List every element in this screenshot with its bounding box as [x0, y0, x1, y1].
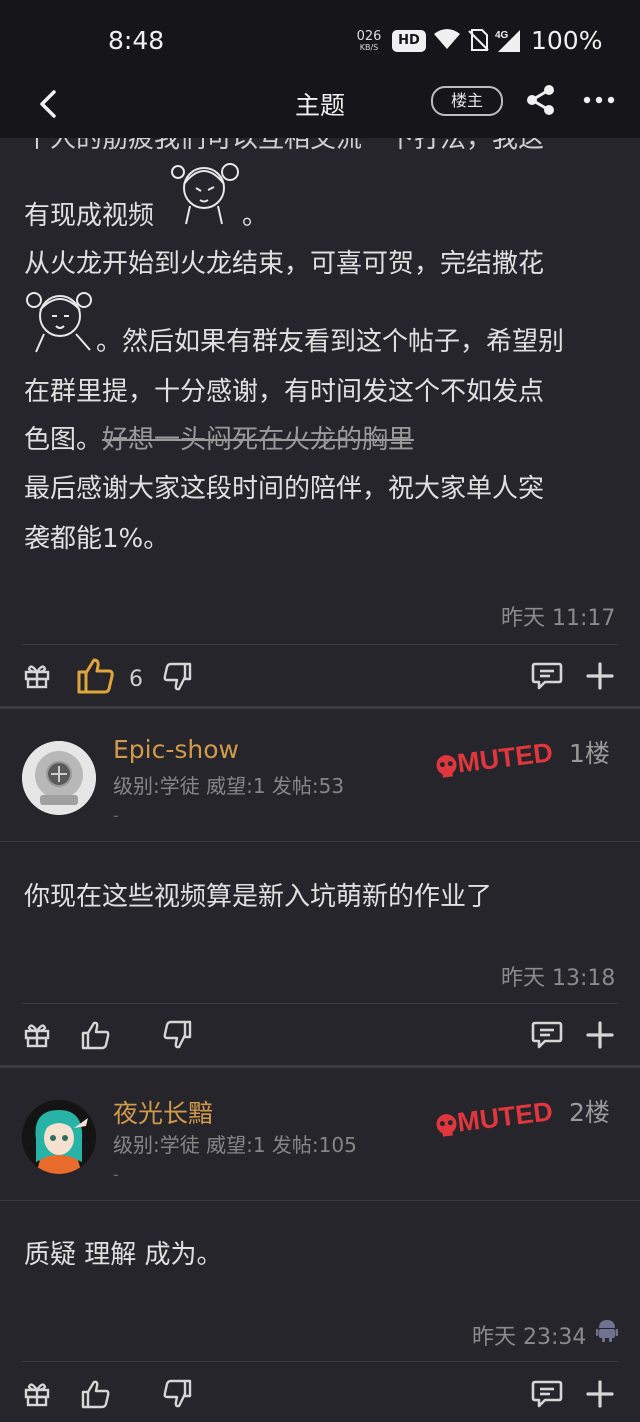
dislike-thumb-icon[interactable] [162, 1379, 192, 1409]
floor-number: 1楼 [569, 739, 610, 768]
divider [22, 1003, 618, 1004]
username[interactable]: Epic-show [113, 735, 239, 765]
comment-icon[interactable] [531, 1379, 563, 1409]
post-text-line: 袭都能1%。 [24, 524, 170, 554]
gift-icon[interactable] [23, 1379, 51, 1407]
username[interactable]: 夜光长黯 [113, 1094, 213, 1130]
divider [22, 1361, 618, 1362]
user-info: 级别:学徒 威望:1 发帖:105 [113, 1133, 357, 1157]
like-thumb-icon[interactable] [77, 657, 115, 695]
divider [0, 1200, 640, 1201]
post-text-line: 从火龙开始到火龙结束，可喜可贺，完结撒花 [24, 249, 545, 279]
android-icon [596, 1320, 618, 1342]
add-icon[interactable] [586, 662, 614, 690]
gift-icon[interactable] [23, 1020, 51, 1048]
add-icon[interactable] [586, 1021, 614, 1049]
strikethrough-text: 好想一头闷死在火龙的胸里 [102, 425, 415, 455]
original-post: 个人的筋疲我们可以互相交流一下打法，我这 有现成视频 。 从火龙开始到火龙结束，… [0, 138, 640, 708]
post-text-line: 。然后如果有群友看到这个帖子，希望别 [96, 327, 565, 357]
anime-sticker-image [171, 163, 239, 225]
no-sim-icon [468, 29, 489, 51]
wifi-icon [434, 29, 460, 49]
post-text-cut-line: 个人的筋疲我们可以互相交流一下打法，我这 [24, 138, 545, 154]
post-text-period: 。 [242, 201, 269, 231]
signal-icon: 4G [495, 30, 520, 52]
net-speed: 026 KB/S [355, 30, 383, 53]
diving-helmet-avatar-image [22, 741, 96, 815]
status-bar: 8:48 026 KB/S HD 4G 100% [0, 0, 640, 78]
comment-icon[interactable] [531, 661, 563, 691]
muted-badge-text: MUTED [456, 737, 555, 778]
net-speed-value: 026 [356, 29, 382, 44]
post-text-line: 最后感谢大家这段时间的陪伴，祝大家单人突 [24, 474, 545, 504]
muted-badge-text: MUTED [456, 1096, 555, 1137]
reply-floor-1: Epic-show 级别:学徒 威望:1 发帖:53 - MUTED 1楼 你现… [0, 709, 640, 1065]
like-thumb-icon[interactable] [81, 1020, 111, 1050]
post-text-line: 在群里提，十分感谢，有时间发这个不如发点 [24, 377, 545, 407]
comment-icon[interactable] [531, 1020, 563, 1050]
top-nav-bar: 主题 楼主 [0, 78, 640, 138]
more-menu-icon[interactable] [583, 84, 615, 116]
anime-sticker-image [26, 292, 92, 353]
reply-body: 质疑 理解 成为。 [24, 1240, 223, 1270]
add-icon[interactable] [586, 1380, 614, 1408]
reply-timestamp: 昨天 23:34 [472, 1325, 587, 1350]
muted-badge: MUTED [436, 737, 555, 779]
like-count: 6 [129, 667, 143, 692]
post-text-line: 色图。好想一头闷死在火龙的胸里 [24, 419, 414, 456]
user-signature-dash: - [113, 1165, 119, 1184]
anime-girl-avatar-image [22, 1100, 96, 1174]
net-speed-unit: KB/S [359, 43, 379, 52]
reply-floor-2: 夜光长黯 级别:学徒 威望:1 发帖:105 - MUTED 2楼 质疑 理解 … [0, 1068, 640, 1422]
status-time: 8:48 [108, 26, 165, 55]
share-icon[interactable] [525, 84, 557, 116]
user-info: 级别:学徒 威望:1 发帖:53 [113, 774, 345, 798]
post-text-line: 有现成视频 [24, 201, 155, 231]
dislike-thumb-icon[interactable] [162, 662, 192, 692]
gift-icon[interactable] [23, 661, 51, 689]
owner-only-toggle[interactable]: 楼主 [431, 86, 503, 116]
reply-body: 你现在这些视频算是新入坑萌新的作业了 [24, 882, 493, 912]
like-thumb-icon[interactable] [81, 1379, 111, 1409]
reply-timestamp: 昨天 13:18 [501, 966, 616, 991]
avatar[interactable] [22, 1100, 96, 1174]
muted-badge: MUTED [436, 1096, 555, 1138]
post-text-segment: 色图。 [24, 425, 103, 455]
floor-number: 2楼 [569, 1098, 610, 1127]
user-signature-dash: - [113, 806, 119, 825]
post-timestamp: 昨天 11:17 [501, 606, 616, 631]
avatar[interactable] [22, 741, 96, 815]
battery-level: 100% [531, 26, 603, 55]
net-type-label: 4G [495, 30, 509, 41]
divider [22, 644, 618, 645]
dislike-thumb-icon[interactable] [162, 1020, 192, 1050]
divider [0, 841, 640, 842]
hd-badge: HD [392, 30, 426, 52]
